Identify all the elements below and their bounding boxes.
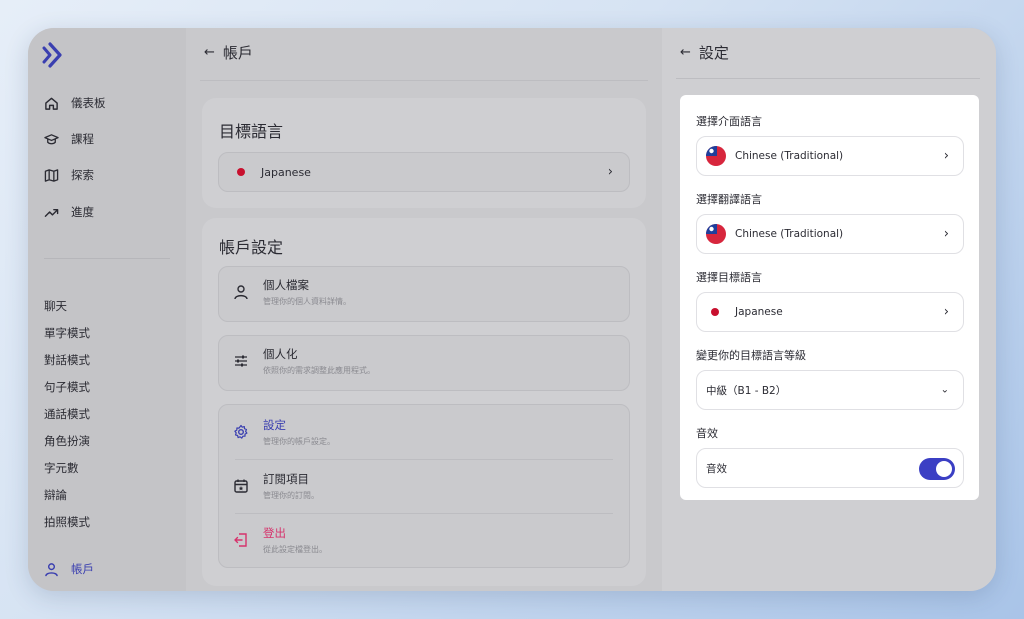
settings-subtitle: 管理你的帳戶設定。 [263,437,335,446]
group-divider [235,513,613,514]
card-title: 目標語言 [219,122,284,141]
sidebar-item-account[interactable]: 帳戶 [44,561,94,577]
calendar-icon [234,479,248,493]
sidebar-item-courses[interactable]: 課程 [44,127,94,151]
logout-item[interactable]: 登出從此設定檔登出。 [219,525,629,555]
toggle-knob [936,461,952,477]
sidebar-mode-characters[interactable]: 字元數 [44,460,79,476]
back-arrow-icon[interactable]: ← [204,45,215,60]
translation-language-value: Chinese (Traditional) [735,228,844,240]
sidebar-item-progress[interactable]: 進度 [44,200,94,224]
settings-title: 設定 [698,44,729,62]
chevron-right-icon: › [943,304,949,320]
sound-row-label: 音效 [706,462,727,475]
settings-item[interactable]: 設定管理你的帳戶設定。 [219,417,629,447]
sliders-icon [235,355,247,367]
sound-toggle[interactable] [919,458,955,480]
target-language-label: 選擇目標語言 [696,271,762,284]
translation-language-select[interactable]: Chinese (Traditional) › [696,214,964,254]
sidebar-item-label: 進度 [71,205,94,219]
trend-up-icon [44,208,59,217]
sidebar-mode-call[interactable]: 通話模式 [44,406,90,422]
sidebar-item-dashboard[interactable]: 儀表板 [44,91,106,115]
graduation-cap-icon [44,133,59,144]
sidebar-mode-roleplay[interactable]: 角色扮演 [44,433,90,449]
target-language-card: 目標語言 Japanese › [202,98,646,208]
chevron-right-icon: › [943,148,949,164]
user-icon [234,285,248,300]
logout-subtitle: 從此設定檔登出。 [263,545,327,554]
sidebar-item-label: 帳戶 [71,562,94,576]
level-value: 中級（B1 - B2） [706,384,787,397]
logout-title: 登出 [263,526,286,540]
sidebar-item-label: 儀表板 [71,96,106,110]
japan-flag-icon [237,168,245,176]
sidebar-mode-chat[interactable]: 聊天 [44,298,67,314]
settings-group: 設定管理你的帳戶設定。 訂閱項目管理你的訂閱。 登出從此設定檔登出。 [218,404,630,568]
home-icon [45,97,58,110]
app-logo-icon[interactable] [42,42,64,68]
translation-language-label: 選擇翻譯語言 [696,193,762,206]
interface-language-value: Chinese (Traditional) [735,150,844,162]
profile-item: 個人檔案管理你的個人資料詳情。 [219,277,629,307]
target-language-row[interactable]: Japanese › [218,152,630,192]
personalize-item: 個人化依照你的需求調整此應用程式。 [219,346,629,376]
chevron-right-icon: › [943,226,949,242]
sidebar-item-explore[interactable]: 探索 [44,163,94,187]
app-window: 儀表板 課程 探索 進度 聊天 單字模式 對話模式 句子模式 通話模式 角色扮演… [28,28,996,591]
account-settings-card: 帳戶設定 個人檔案管理你的個人資料詳情。 個人化依照你的需求調整此應用程式。 設… [202,218,646,586]
profile-subtitle: 管理你的個人資料詳情。 [263,297,351,306]
sidebar-mode-sentence[interactable]: 句子模式 [44,379,90,395]
japan-flag-icon [711,308,719,316]
profile-title: 個人檔案 [263,278,309,292]
subscription-item[interactable]: 訂閱項目管理你的訂閱。 [219,471,629,501]
sidebar-mode-photo[interactable]: 拍照模式 [44,514,90,530]
account-column: ← 帳戶 目標語言 Japanese › 帳戶設定 個人檔案 管理你的個人資料詳情… [186,28,662,591]
sound-label: 音效 [696,427,718,440]
sidebar-mode-debate[interactable]: 辯論 [44,487,67,503]
chevron-down-icon: ⌄ [940,384,949,396]
gear-icon [234,424,248,439]
sound-row: 音效 [696,448,964,488]
settings-header: ← 設定 [680,42,729,63]
level-label: 變更你的目標語言等級 [696,349,806,362]
logout-icon [234,533,247,547]
chevron-right-icon: › [607,164,613,180]
user-icon [45,562,58,576]
subscription-title: 訂閱項目 [263,472,309,486]
header-divider [200,80,648,81]
personalize-subtitle: 依照你的需求調整此應用程式。 [263,366,375,375]
interface-language-select[interactable]: Chinese (Traditional) › [696,136,964,176]
sidebar-mode-vocabulary[interactable]: 單字模式 [44,325,90,341]
settings-panel: 選擇介面語言 Chinese (Traditional) › 選擇翻譯語言 Ch… [680,95,979,500]
personalize-row[interactable]: 個人化依照你的需求調整此應用程式。 [218,335,630,391]
target-language-select[interactable]: Japanese › [696,292,964,332]
interface-language-label: 選擇介面語言 [696,115,762,128]
account-header: ← 帳戶 [204,42,253,63]
group-divider [235,459,613,460]
taiwan-flag-icon [706,224,726,244]
header-divider [676,78,980,79]
target-language-value: Japanese [735,306,783,318]
sidebar-item-label: 探索 [71,168,94,182]
map-icon [44,168,59,182]
profile-row[interactable]: 個人檔案管理你的個人資料詳情。 [218,266,630,322]
level-select[interactable]: 中級（B1 - B2） ⌄ [696,370,964,410]
card-title: 帳戶設定 [219,238,284,257]
taiwan-flag-icon [706,146,726,166]
personalize-title: 個人化 [263,347,298,361]
sidebar-divider [44,258,170,259]
sidebar-item-label: 課程 [71,132,94,146]
subscription-subtitle: 管理你的訂閱。 [263,491,319,500]
sidebar: 儀表板 課程 探索 進度 聊天 單字模式 對話模式 句子模式 通話模式 角色扮演… [28,28,186,591]
back-arrow-icon[interactable]: ← [680,45,691,60]
language-name: Japanese [261,165,311,179]
sidebar-mode-dialogue[interactable]: 對話模式 [44,352,90,368]
settings-title: 設定 [263,418,286,432]
page-title: 帳戶 [222,44,253,62]
settings-column: ← 設定 選擇介面語言 Chinese (Traditional) › 選擇翻譯… [662,28,996,591]
